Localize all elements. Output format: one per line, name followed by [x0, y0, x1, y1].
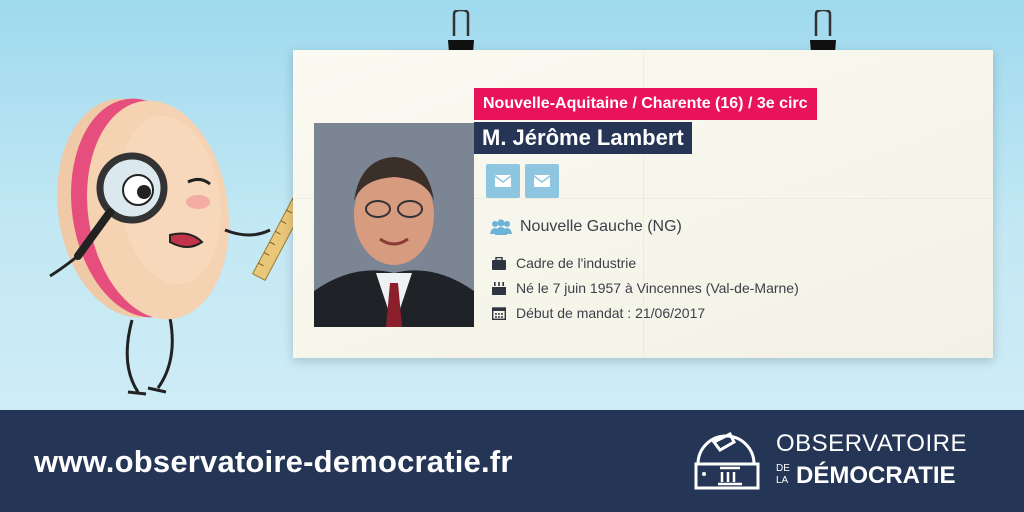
party-row: Nouvelle Gauche (NG)	[490, 218, 682, 236]
observatoire-logo: OBSERVATOIRE DE LA DÉMOCRATIE	[692, 424, 1002, 498]
mandate-label: Début de mandat : 21/06/2017	[516, 305, 706, 321]
logo-text-top: OBSERVATOIRE	[776, 430, 967, 457]
calendar-icon	[490, 305, 508, 321]
mandate-row: Début de mandat : 21/06/2017	[490, 305, 705, 321]
birthday-cake-icon	[490, 280, 508, 296]
deputy-name: M. Jérôme Lambert	[474, 122, 692, 154]
deputy-photo	[314, 123, 474, 327]
mail-icon	[534, 175, 550, 187]
briefcase-icon	[490, 255, 508, 271]
logo-text-bottom: DÉMOCRATIE	[796, 462, 956, 489]
profession-row: Cadre de l'industrie	[490, 255, 636, 271]
observatory-icon	[694, 431, 760, 490]
profession-label: Cadre de l'industrie	[516, 255, 637, 271]
website-url[interactable]: www.observatoire-democratie.fr	[34, 440, 513, 484]
logo-text-de: DE	[776, 463, 790, 474]
email-button[interactable]	[525, 164, 559, 198]
logo-text-la: LA	[776, 475, 789, 486]
region-label: Nouvelle-Aquitaine / Charente (16) / 3e …	[474, 88, 817, 120]
birth-label: Né le 7 juin 1957 à Vincennes (Val-de-Ma…	[516, 280, 799, 296]
party-label: Nouvelle Gauche (NG)	[520, 218, 682, 235]
group-icon	[490, 219, 512, 235]
mail-icon	[495, 175, 511, 187]
email-button[interactable]	[486, 164, 520, 198]
birth-row: Né le 7 juin 1957 à Vincennes (Val-de-Ma…	[490, 280, 799, 296]
